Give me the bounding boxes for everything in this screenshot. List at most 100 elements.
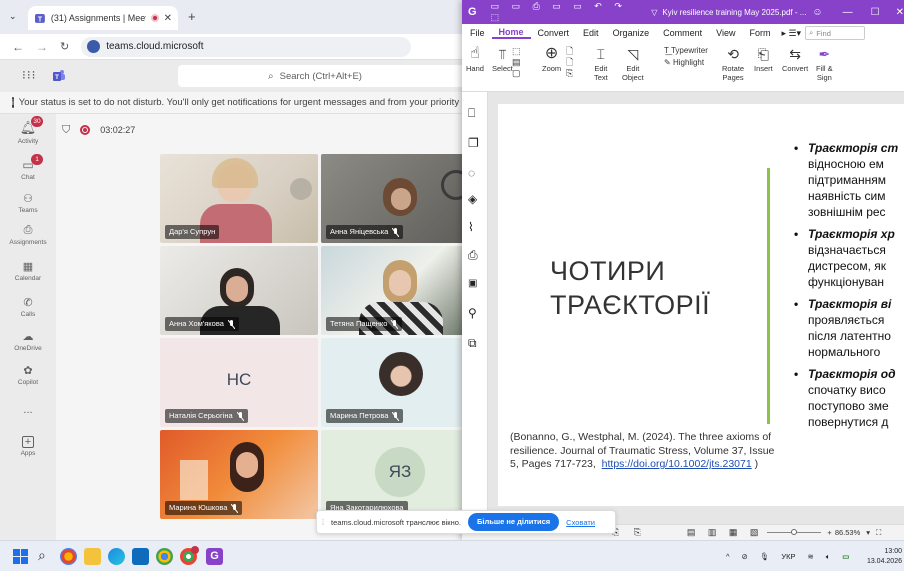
security-icon[interactable]: ⎙ bbox=[468, 248, 482, 262]
widgets-icon[interactable] bbox=[60, 548, 77, 565]
site-info-icon[interactable] bbox=[87, 40, 101, 53]
comment-icon[interactable]: ◌ bbox=[468, 166, 482, 180]
participant-tile[interactable]: Анна Яніцевська bbox=[321, 154, 479, 243]
participant-tile[interactable]: Тетяна Пащенко bbox=[321, 246, 479, 335]
app-launcher-icon[interactable]: ⁝⁝⁝ bbox=[22, 68, 36, 82]
rail-item-teams[interactable]: ⚇ Teams bbox=[0, 192, 56, 214]
signature-icon[interactable]: ▣ bbox=[468, 278, 482, 292]
stop-sharing-button[interactable]: Більше не ділитися bbox=[467, 513, 560, 531]
network-off-icon[interactable]: ⊘ bbox=[742, 552, 748, 561]
close-window-icon[interactable]: ✕ bbox=[896, 7, 904, 18]
snapshot-tools[interactable]: ⬚ ▤ ▢ bbox=[512, 46, 521, 79]
account-icon[interactable]: ☺ bbox=[812, 7, 822, 18]
more-apps-button[interactable]: ... bbox=[0, 404, 56, 416]
close-tab-icon[interactable]: ✕ bbox=[164, 13, 172, 24]
menu-file[interactable]: File bbox=[462, 28, 492, 38]
rail-item-copilot[interactable]: ✿ Copilot bbox=[0, 364, 56, 386]
rail-item-calendar[interactable]: ▦ Calendar bbox=[0, 260, 56, 282]
rail-item-calls[interactable]: ✆ Calls bbox=[0, 296, 56, 318]
fullscreen-icon[interactable]: ⛶ bbox=[876, 528, 881, 538]
participant-tile[interactable]: Марина Петрова bbox=[321, 338, 479, 427]
ribbon-options-icon[interactable]: ▸ ☰▾ bbox=[781, 28, 801, 39]
battery-icon[interactable]: ▭ bbox=[842, 552, 849, 561]
edit-text-button[interactable]: ⌶ Edit Text bbox=[594, 44, 608, 82]
clock[interactable]: 13:00 13.04.2026 bbox=[858, 541, 902, 572]
rail-item-activity[interactable]: 🔔︎ 30 Activity bbox=[0, 116, 56, 145]
back-icon[interactable]: ← bbox=[12, 40, 24, 54]
reload-icon[interactable]: ↻ bbox=[60, 40, 69, 53]
participant-face bbox=[226, 276, 248, 302]
participant-tile[interactable]: Анна Хом'якова bbox=[160, 246, 318, 335]
menu-form[interactable]: Form bbox=[742, 28, 777, 38]
edit-object-button[interactable]: ◹ Edit Object bbox=[622, 44, 644, 82]
menu-convert[interactable]: Convert bbox=[531, 28, 577, 38]
wifi-icon[interactable]: ≋ bbox=[808, 552, 814, 561]
participant-face bbox=[389, 270, 411, 296]
doi-link[interactable]: https://doi.org/10.1002/jts.23071 bbox=[602, 458, 752, 470]
quick-access-toolbar[interactable]: ▭ ▭ ⎙ ▭ ▭ ↶ ↷ ⬚ bbox=[491, 1, 642, 23]
url-field[interactable]: teams.cloud.microsoft bbox=[81, 36, 412, 57]
tab-list-chevron-icon[interactable]: ⌄ bbox=[9, 11, 17, 22]
rail-item-assignments[interactable]: ⎙ Assignments bbox=[0, 224, 56, 246]
zoom-slider-thumb[interactable] bbox=[791, 529, 798, 535]
hand-tool-button[interactable]: ☝︎ Hand bbox=[466, 44, 484, 73]
menu-edit[interactable]: Edit bbox=[576, 28, 606, 38]
minimize-icon[interactable]: — bbox=[843, 7, 853, 18]
list-item: Траєкторія ст відносною ем підтриманням … bbox=[792, 140, 904, 220]
search-icon[interactable]: ⌕ bbox=[38, 547, 46, 564]
page-fit-tools[interactable]: 🗋︎ 🗋︎ ⎘ bbox=[566, 46, 573, 79]
volume-icon[interactable]: 🔈︎ bbox=[826, 552, 831, 562]
participant-tile[interactable]: ЯЗ Яна Закотарилюхова bbox=[321, 430, 479, 519]
layers-icon[interactable]: ◈ bbox=[468, 192, 482, 206]
shield-icon[interactable]: ⛉ bbox=[62, 124, 70, 137]
rotate-pages-button[interactable]: ⟲ Rotate Pages bbox=[722, 44, 744, 82]
rail-item-chat[interactable]: ▭ 1 Chat bbox=[0, 154, 56, 181]
show-hidden-icons[interactable]: ^ bbox=[726, 552, 730, 561]
zoom-slider[interactable] bbox=[767, 529, 822, 535]
accessibility-icon[interactable]: ⚲ bbox=[468, 306, 482, 320]
file-explorer-icon[interactable] bbox=[84, 548, 101, 565]
drag-handle-icon[interactable]: ⦙ bbox=[322, 517, 324, 528]
maximize-icon[interactable]: ☐ bbox=[871, 7, 880, 18]
page-nav-icons[interactable]: ⎘ ⎘ bbox=[612, 527, 647, 538]
mic-off-icon bbox=[227, 319, 235, 329]
tab-assignments[interactable]: T (31) Assignments | Meeting ✕ bbox=[28, 6, 178, 30]
convert-button[interactable]: ⇆ Convert bbox=[782, 44, 808, 73]
forward-icon[interactable]: → bbox=[36, 40, 48, 54]
menu-home[interactable]: Home bbox=[491, 27, 531, 39]
url-text: teams.cloud.microsoft bbox=[106, 41, 204, 52]
rail-item-apps[interactable]: + Apps bbox=[0, 436, 56, 457]
insert-button[interactable]: ⎗ Insert bbox=[754, 44, 773, 73]
rail-item-onedrive[interactable]: ☁︎ OneDrive bbox=[0, 330, 56, 352]
microphone-icon[interactable]: 🎙︎ bbox=[760, 552, 770, 561]
edge-browser-icon[interactable] bbox=[108, 548, 125, 565]
zoom-in-icon[interactable]: + bbox=[827, 528, 831, 537]
participant-tile[interactable]: Марина Юшкова bbox=[160, 430, 318, 519]
pages-icon[interactable]: ❐ bbox=[468, 136, 482, 150]
search-input[interactable]: ⌕ Search (Ctrl+Alt+E) bbox=[178, 65, 466, 87]
participant-tile[interactable]: Дар'я Супрун bbox=[160, 154, 318, 243]
highlight-button[interactable]: ✎ Highlight bbox=[664, 57, 704, 69]
find-input[interactable]: ⌕ Find bbox=[805, 26, 866, 40]
windows-start-icon[interactable] bbox=[13, 549, 28, 564]
select-tool-button[interactable]: ⫪ Select bbox=[492, 44, 513, 73]
store-icon[interactable] bbox=[132, 548, 149, 565]
menu-comment[interactable]: Comment bbox=[656, 28, 709, 38]
zoom-button[interactable]: ⊕ Zoom bbox=[542, 44, 561, 73]
zoom-dropdown-icon[interactable]: ▾ bbox=[866, 528, 870, 537]
participant-tile[interactable]: НС Наталія Серьогіна bbox=[160, 338, 318, 427]
content-icon[interactable]: ⧉ bbox=[468, 336, 482, 350]
language-indicator[interactable]: УКР bbox=[781, 552, 795, 561]
chrome-icon[interactable] bbox=[156, 548, 173, 565]
attachment-icon[interactable]: ⌇ bbox=[468, 220, 482, 234]
new-tab-icon[interactable]: + bbox=[188, 9, 196, 24]
fill-sign-button[interactable]: ✒︎ Fill & Sign bbox=[816, 44, 833, 82]
typewriter-button[interactable]: T͟ Typewriter bbox=[664, 45, 708, 57]
pdf-editor-app-icon[interactable]: G bbox=[206, 548, 223, 565]
menu-organize[interactable]: Organize bbox=[606, 28, 657, 38]
dropdown-icon[interactable]: ▽ bbox=[651, 8, 657, 17]
bookmark-icon[interactable]: ⎕ bbox=[468, 106, 482, 120]
hide-banner-button[interactable]: Сховати bbox=[566, 518, 595, 527]
menu-view[interactable]: View bbox=[709, 28, 742, 38]
view-mode-icons[interactable]: ▤ ▥ ▦ ▧ bbox=[687, 527, 764, 538]
